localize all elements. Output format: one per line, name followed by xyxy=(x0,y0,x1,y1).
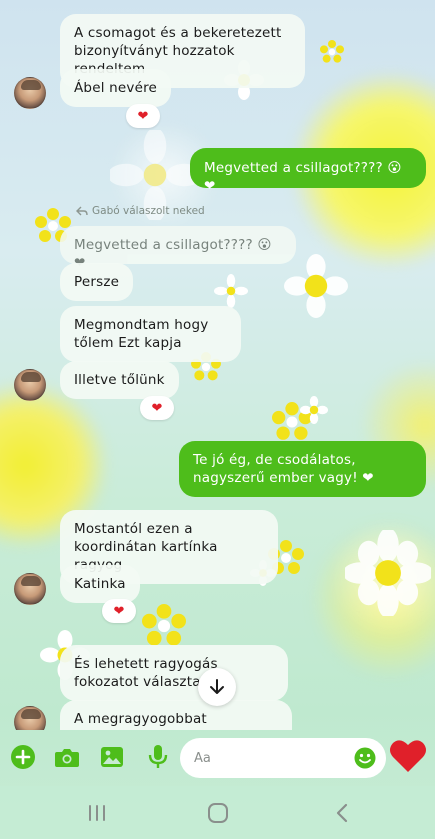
composer-bar: Aa xyxy=(0,730,435,786)
sender-avatar[interactable] xyxy=(14,706,46,730)
message-text: Megmondtam hogy tőlem Ezt kapja xyxy=(74,317,209,351)
outgoing-message[interactable]: Megvetted a csillagot???? 😮 ❤ xyxy=(190,148,426,194)
arrow-down-icon xyxy=(210,679,224,694)
incoming-message[interactable]: Persze xyxy=(60,263,134,301)
heart-icon: ❤ xyxy=(151,400,163,416)
heart-reaction[interactable]: ❤ xyxy=(126,104,160,128)
message-text: Illetve tőlünk xyxy=(74,372,165,388)
heart-icon: ❤ xyxy=(137,108,149,124)
sender-avatar[interactable] xyxy=(14,77,46,109)
gallery-icon[interactable] xyxy=(97,742,127,772)
message-text: Katinka xyxy=(74,576,126,592)
plus-icon[interactable] xyxy=(8,742,38,772)
message-text: Megvetted a csillagot???? 😮 ❤ xyxy=(204,160,402,194)
message-text: És lehetett ragyogás fokozatot választan… xyxy=(74,656,218,690)
sender-avatar[interactable] xyxy=(14,369,46,401)
incoming-message[interactable]: Illetve tőlünk xyxy=(60,361,179,399)
message-text: Persze xyxy=(74,274,120,290)
emoji-icon[interactable] xyxy=(354,747,376,769)
incoming-message[interactable]: Katinka xyxy=(60,565,140,603)
incoming-message[interactable]: És lehetett ragyogás fokozatot választan… xyxy=(60,645,288,701)
message-text: Ábel nevére xyxy=(74,80,158,96)
recent-apps-icon[interactable] xyxy=(86,802,108,824)
camera-icon[interactable] xyxy=(52,742,82,772)
heart-reaction[interactable]: ❤ xyxy=(102,599,136,623)
microphone-icon[interactable] xyxy=(143,742,173,772)
quoted-message[interactable]: Megvetted a csillagot???? 😮 ❤ xyxy=(60,226,296,271)
incoming-message[interactable]: A megragyogobbat választottam xyxy=(60,700,292,730)
heart-icon: ❤ xyxy=(113,603,125,619)
message-input[interactable]: Aa xyxy=(180,738,386,778)
scroll-to-bottom-button[interactable] xyxy=(198,668,236,706)
incoming-message[interactable]: Megmondtam hogy tőlem Ezt kapja xyxy=(60,306,241,362)
message-list[interactable]: A csomagot és a bekeretezett bizonyítván… xyxy=(0,0,435,730)
system-navigation-bar xyxy=(0,786,435,839)
sender-avatar[interactable] xyxy=(14,573,46,605)
home-icon[interactable] xyxy=(207,802,229,824)
message-input-placeholder: Aa xyxy=(194,750,211,766)
message-text: A megragyogobbat választottam xyxy=(74,711,207,730)
back-icon[interactable] xyxy=(331,802,353,824)
heart-send-icon[interactable] xyxy=(389,738,427,774)
reply-label-text: Gabó válaszolt neked xyxy=(92,205,205,217)
reply-header: Gabó válaszolt neked xyxy=(76,205,205,217)
incoming-message[interactable]: Ábel nevére xyxy=(60,69,172,107)
heart-reaction[interactable]: ❤ xyxy=(140,396,174,420)
message-text: Te jó ég, de csodálatos, nagyszerű ember… xyxy=(193,452,374,486)
outgoing-message[interactable]: Te jó ég, de csodálatos, nagyszerű ember… xyxy=(179,441,426,497)
reply-arrow-icon xyxy=(76,206,88,216)
